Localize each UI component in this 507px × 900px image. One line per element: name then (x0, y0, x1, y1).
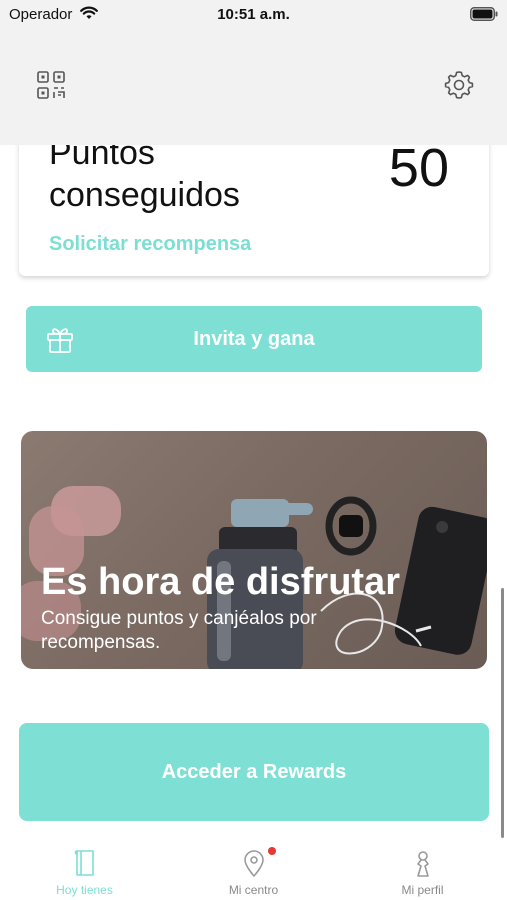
points-value: 50 (388, 138, 449, 198)
access-rewards-button[interactable]: Acceder a Rewards (19, 723, 489, 821)
tab-label-mi-centro: Mi centro (228, 883, 279, 897)
tab-label-hoy-tienes: Hoy tienes (56, 883, 113, 897)
book-icon (74, 850, 94, 876)
promo-subtitle: Consigue puntos y canjéalos por recompen… (41, 608, 317, 653)
battery-icon (470, 7, 498, 21)
tab-bar: Hoy tienes Mi centro Mi perfil (0, 838, 507, 900)
tab-mi-perfil[interactable]: Mi perfil (338, 838, 507, 900)
status-bar: Operador 10:51 a.m. (0, 0, 507, 28)
promo-title: Es hora de disfrutar (41, 561, 400, 603)
invite-label: Invita y gana (193, 328, 315, 350)
gear-icon[interactable] (443, 69, 475, 101)
tab-mi-centro[interactable]: Mi centro (169, 838, 338, 900)
promo-banner[interactable]: Es hora de disfrutar Consigue puntos y c… (21, 431, 487, 669)
notification-badge (268, 847, 276, 855)
invite-button[interactable]: Invita y gana (26, 306, 482, 372)
tab-label-mi-perfil: Mi perfil (401, 883, 444, 897)
access-rewards-label: Acceder a Rewards (161, 761, 347, 783)
top-nav (0, 28, 507, 145)
request-reward-link[interactable]: Solicitar recompensa (49, 233, 251, 256)
person-icon (417, 851, 429, 877)
scroll-indicator[interactable] (501, 588, 504, 838)
qr-code-icon[interactable] (36, 70, 66, 100)
clock-label: 10:51 a.m. (217, 6, 290, 23)
location-pin-icon (244, 850, 264, 877)
tab-hoy-tienes[interactable]: Hoy tienes (0, 838, 169, 900)
